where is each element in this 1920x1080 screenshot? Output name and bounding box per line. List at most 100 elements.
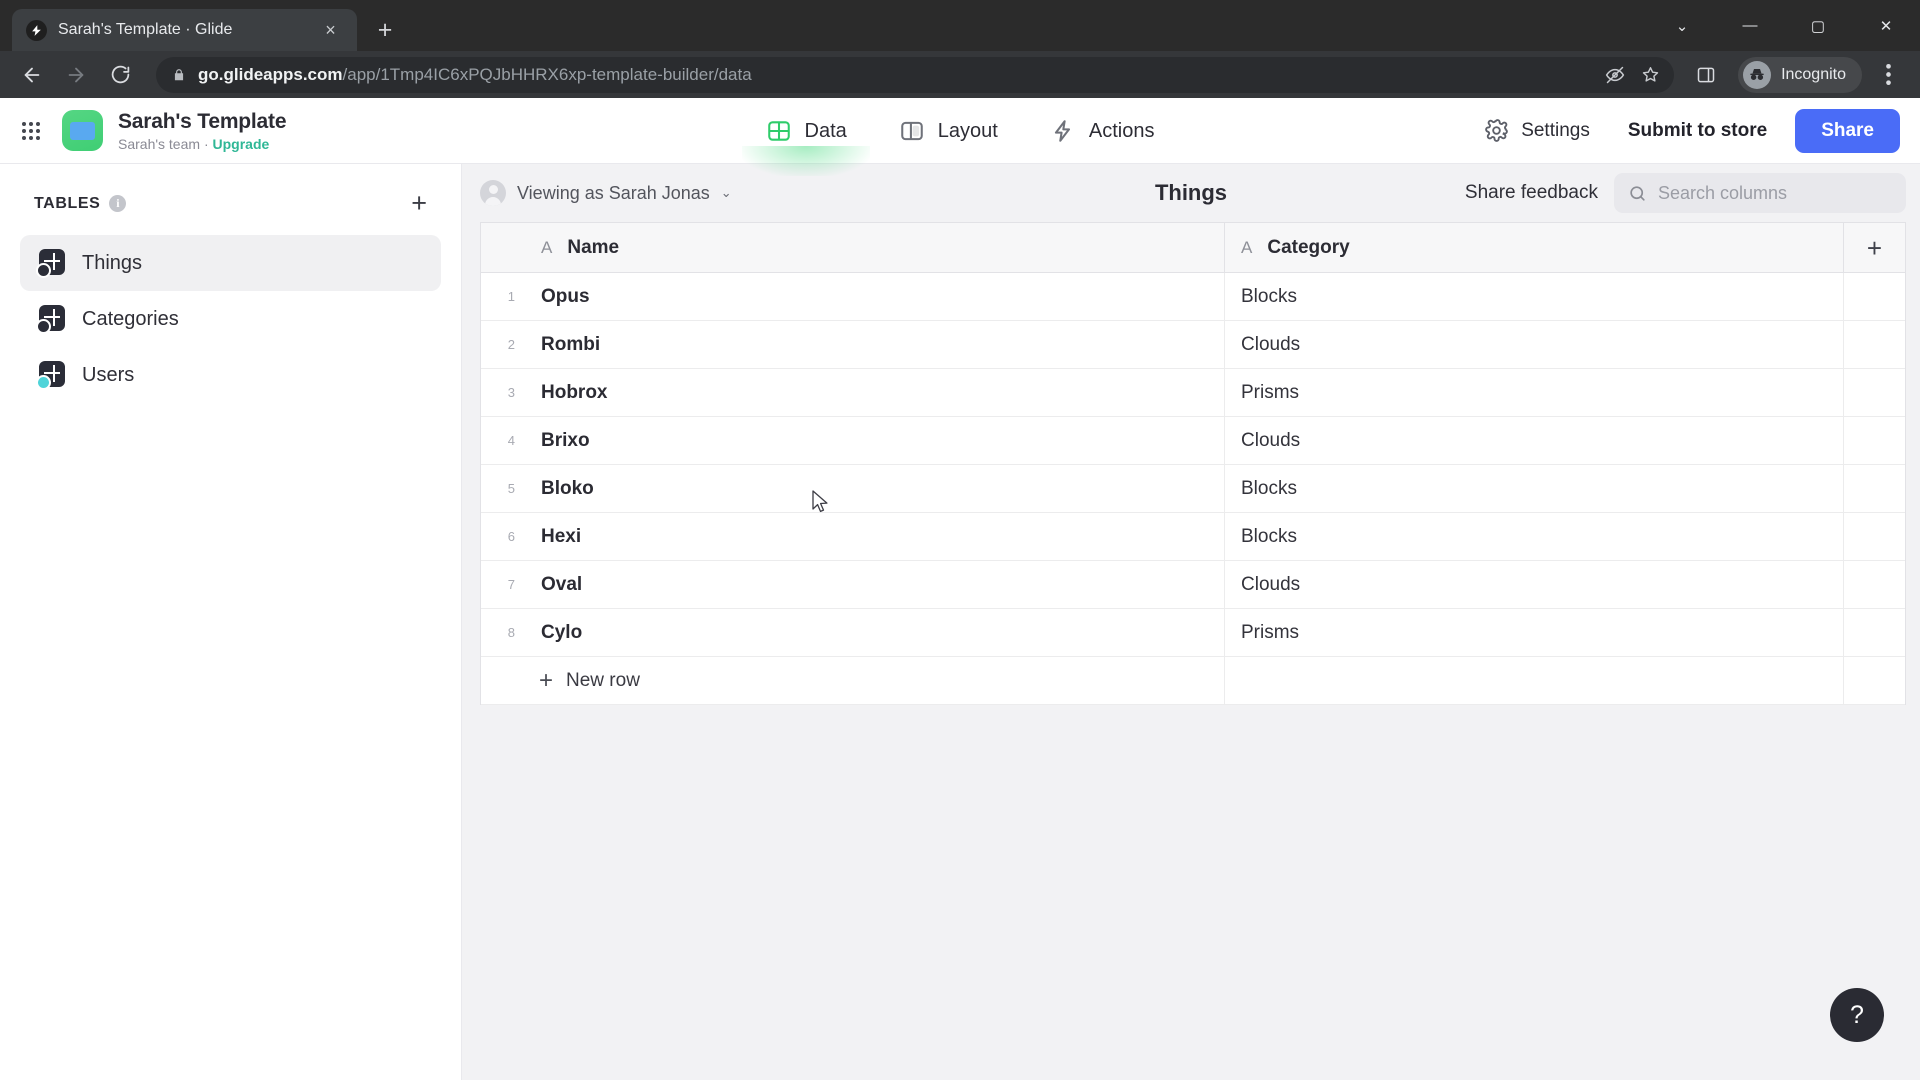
tab-strip: Sarah's Template · Glide × + ⌄ — ▢ ✕: [0, 0, 1920, 51]
app-body: TABLES i + Things Categories Users Viewi…: [0, 164, 1920, 1080]
cell-category[interactable]: Prisms: [1225, 609, 1843, 656]
table-row[interactable]: 4 Brixo Clouds: [481, 417, 1905, 465]
row-number: 3: [507, 385, 515, 400]
table-row[interactable]: 5 Bloko Blocks: [481, 465, 1905, 513]
user-avatar-icon: [480, 180, 506, 206]
sidebar-item-label: Categories: [82, 307, 179, 330]
cell-name[interactable]: Cylo: [525, 609, 1225, 656]
row-number: 4: [507, 433, 515, 448]
submit-to-store-button[interactable]: Submit to store: [1609, 108, 1786, 153]
address-bar[interactable]: go.glideapps.com/app/1Tmp4IC6xPQJbHHRX6x…: [156, 56, 1675, 93]
column-header-category[interactable]: A Category: [1225, 223, 1843, 272]
share-feedback-button[interactable]: Share feedback: [1465, 182, 1598, 204]
row-trailing-blank: [1843, 561, 1905, 608]
add-table-button[interactable]: +: [411, 190, 427, 217]
window-controls: ⌄ — ▢ ✕: [1648, 0, 1920, 51]
eye-slash-icon[interactable]: [1605, 65, 1625, 85]
incognito-icon: [1743, 60, 1772, 89]
table-row[interactable]: 3 Hobrox Prisms: [481, 369, 1905, 417]
back-icon[interactable]: [12, 55, 52, 95]
url-host: go.glideapps.com: [198, 64, 343, 84]
table-row[interactable]: 6 Hexi Blocks: [481, 513, 1905, 561]
sidebar-item-categories[interactable]: Categories: [20, 291, 441, 347]
app-header: Sarah's Template Sarah's team · Upgrade …: [0, 98, 1920, 176]
side-panel-icon[interactable]: [1686, 55, 1726, 95]
browser-tab[interactable]: Sarah's Template · Glide ×: [12, 9, 357, 51]
cell-category[interactable]: Clouds: [1225, 417, 1843, 464]
omnibox-actions: [1605, 57, 1660, 93]
cell-category[interactable]: Prisms: [1225, 369, 1843, 416]
cell-name[interactable]: Hexi: [525, 513, 1225, 560]
cell-category[interactable]: Clouds: [1225, 321, 1843, 368]
table-icon: [36, 304, 65, 334]
table-row[interactable]: 2 Rombi Clouds: [481, 321, 1905, 369]
tab-layout[interactable]: Layout: [897, 112, 1000, 150]
cell-category[interactable]: Blocks: [1225, 465, 1843, 512]
add-column-button[interactable]: +: [1843, 223, 1905, 272]
help-button[interactable]: ?: [1830, 988, 1884, 1042]
row-trailing-blank: [1843, 417, 1905, 464]
sidebar-item-things[interactable]: Things: [20, 235, 441, 291]
row-number-header: [481, 223, 525, 272]
app-subtitle: Sarah's team · Upgrade: [118, 136, 286, 152]
share-button[interactable]: Share: [1795, 108, 1900, 153]
lightning-bolt-icon: [1050, 118, 1076, 144]
row-trailing-blank: [1843, 513, 1905, 560]
star-icon[interactable]: [1641, 65, 1660, 84]
cell-name[interactable]: Brixo: [525, 417, 1225, 464]
search-input[interactable]: [1658, 182, 1892, 204]
data-grid-wrapper: A Name A Category + 1 Opus Blocks 2 Romb…: [462, 222, 1920, 1080]
row-number: 5: [507, 481, 515, 496]
cell-name[interactable]: Hobrox: [525, 369, 1225, 416]
cell-name[interactable]: Bloko: [525, 465, 1225, 512]
column-type-icon: A: [1241, 237, 1253, 257]
table-row[interactable]: 1 Opus Blocks: [481, 273, 1905, 321]
cell-name[interactable]: Oval: [525, 561, 1225, 608]
forward-icon[interactable]: [56, 55, 96, 95]
cell-category[interactable]: Blocks: [1225, 273, 1843, 320]
app-thumbnail-icon[interactable]: [62, 110, 103, 151]
column-header-label: Name: [567, 236, 620, 258]
column-header-name[interactable]: A Name: [525, 223, 1225, 272]
settings-button[interactable]: Settings: [1474, 112, 1600, 149]
reload-icon[interactable]: [100, 55, 140, 95]
new-row-blank: [1225, 657, 1843, 704]
sidebar-item-label: Users: [82, 363, 135, 386]
cell-category[interactable]: Clouds: [1225, 561, 1843, 608]
maximize-button[interactable]: ▢: [1784, 0, 1852, 51]
kebab-menu-icon[interactable]: [1868, 55, 1908, 95]
row-trailing-blank: [1843, 657, 1905, 704]
close-window-button[interactable]: ✕: [1852, 0, 1920, 51]
grid-table-icon: [766, 118, 792, 144]
tab-search-icon[interactable]: ⌄: [1648, 0, 1716, 51]
info-icon[interactable]: i: [109, 195, 127, 212]
minimize-button[interactable]: —: [1716, 0, 1784, 51]
tab-data[interactable]: Data: [742, 112, 871, 176]
row-number: 1: [507, 289, 515, 304]
tab-data-label: Data: [804, 119, 847, 142]
glide-bolt-icon: [26, 19, 47, 41]
sidebar-item-users[interactable]: Users: [20, 347, 441, 403]
viewing-as-label: Viewing as Sarah Jonas: [517, 182, 710, 203]
search-icon: [1628, 184, 1647, 203]
close-icon[interactable]: ×: [318, 18, 343, 43]
viewing-as-selector[interactable]: Viewing as Sarah Jonas ⌄: [480, 180, 732, 206]
table-row[interactable]: 7 Oval Clouds: [481, 561, 1905, 609]
profile-chip[interactable]: Incognito: [1738, 56, 1862, 93]
apps-grid-icon[interactable]: [14, 114, 48, 148]
cell-name[interactable]: Rombi: [525, 321, 1225, 368]
tab-actions[interactable]: Actions: [1048, 112, 1157, 150]
team-name: Sarah's team: [118, 135, 201, 152]
new-row-row[interactable]: + New row: [481, 657, 1905, 705]
new-tab-button[interactable]: +: [367, 12, 403, 48]
tables-sidebar: TABLES i + Things Categories Users: [0, 164, 462, 1080]
table-row[interactable]: 8 Cylo Prisms: [481, 609, 1905, 657]
new-row-button[interactable]: + New row: [481, 657, 1225, 704]
cell-name[interactable]: Opus: [525, 273, 1225, 320]
url-path: /app/1Tmp4IC6xPQJbHHRX6xp-template-build…: [342, 64, 752, 84]
row-number: 7: [507, 577, 515, 592]
upgrade-link[interactable]: Upgrade: [213, 136, 270, 152]
lock-icon: [172, 68, 186, 82]
cell-category[interactable]: Blocks: [1225, 513, 1843, 560]
search-columns-box[interactable]: [1614, 173, 1906, 213]
